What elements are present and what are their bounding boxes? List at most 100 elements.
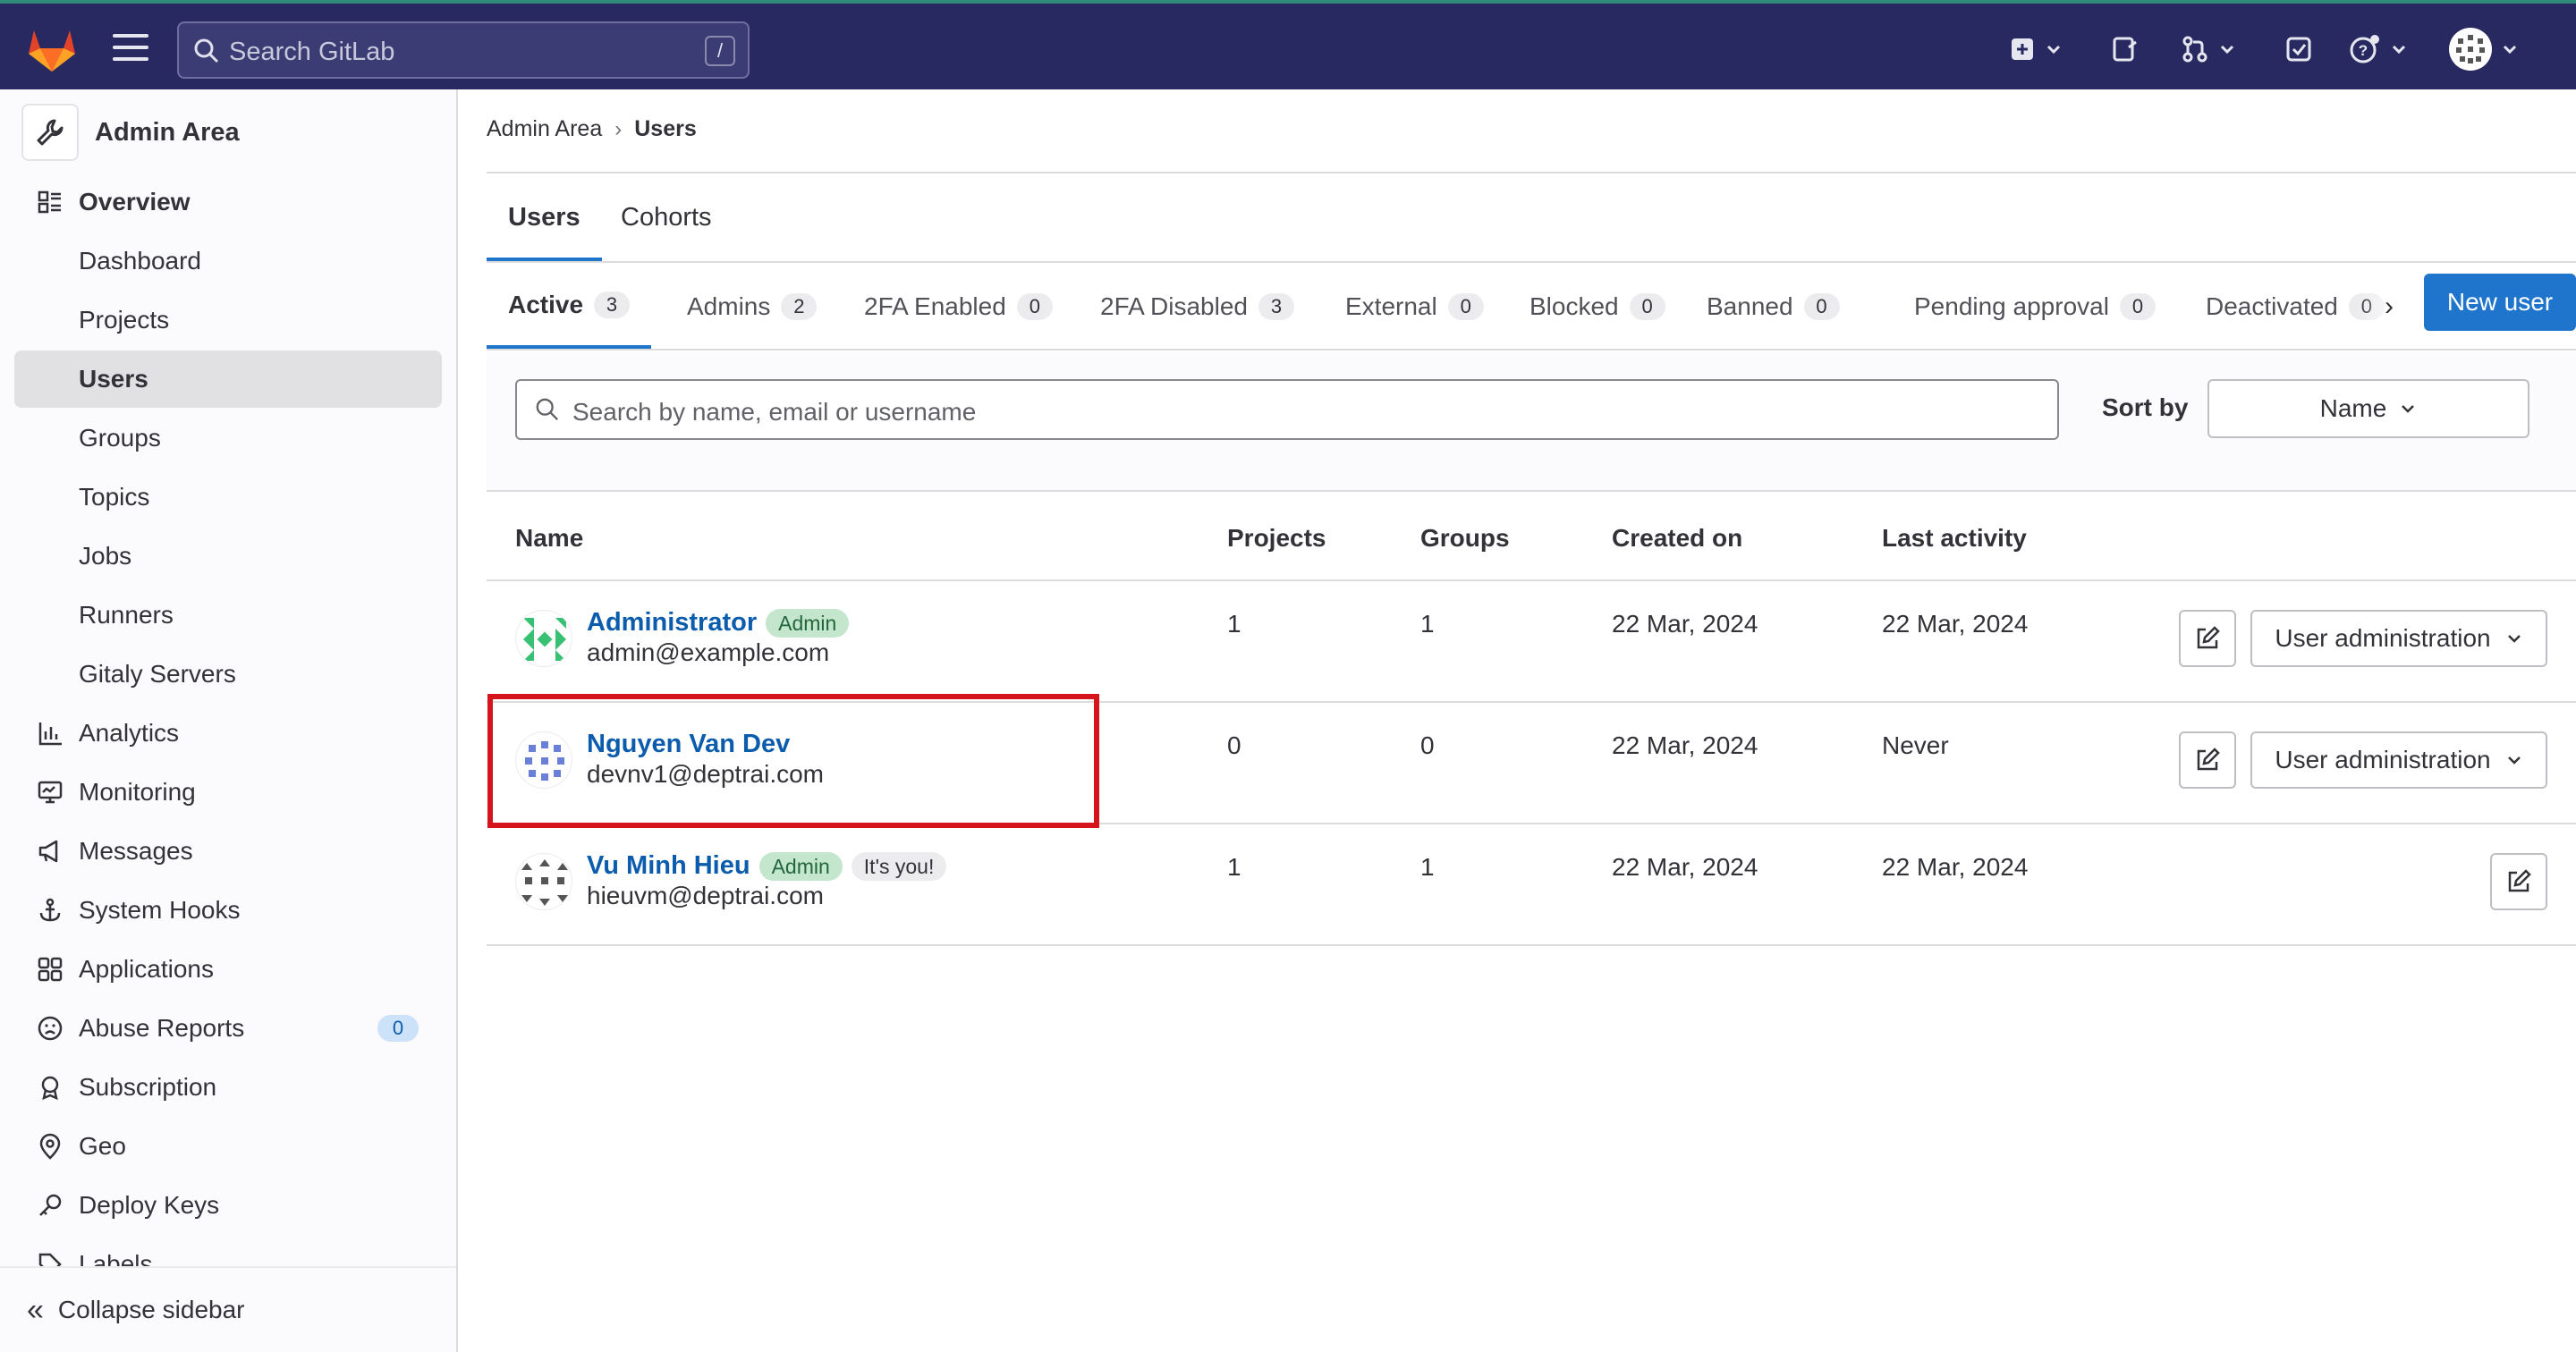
user-avatar[interactable]: [515, 610, 572, 667]
tab-count: 3: [1258, 293, 1294, 320]
column-header: Created on: [1612, 524, 1743, 552]
edit-user-button[interactable]: [2490, 853, 2547, 910]
new-user-button[interactable]: New user: [2424, 274, 2576, 331]
sidebar-item-label: Jobs: [79, 542, 132, 570]
user-search-input[interactable]: Search by name, email or username: [515, 379, 2059, 440]
sidebar-item-label: Subscription: [79, 1073, 217, 1101]
abuse-reports-count: 0: [377, 1015, 419, 1042]
edit-icon: [2197, 626, 2220, 649]
issues-button[interactable]: [2111, 29, 2140, 70]
search-icon: [194, 38, 219, 63]
chevron-down-icon: [2220, 45, 2234, 55]
user-email: admin@example.com: [587, 638, 830, 666]
tab-2fa-disabled[interactable]: 2FA Disabled 3: [1100, 265, 1294, 349]
sidebar-item-gitaly-servers[interactable]: Gitaly Servers: [14, 646, 442, 703]
last-activity: 22 Mar, 2024: [1882, 853, 2029, 881]
user-menu[interactable]: [2449, 28, 2519, 71]
tab-admins[interactable]: Admins 2: [687, 265, 818, 349]
breadcrumb-users: Users: [634, 116, 697, 141]
sidebar-item-subscription[interactable]: Subscription: [14, 1059, 442, 1116]
sidebar-item-topics[interactable]: Topics: [14, 469, 442, 526]
sidebar-item-deploy-keys[interactable]: Deploy Keys: [14, 1177, 442, 1234]
sidebar-item-label: Users: [79, 365, 148, 393]
sidebar-item-applications[interactable]: Applications: [14, 941, 442, 998]
sidebar-item-system-hooks[interactable]: System Hooks: [14, 882, 442, 939]
analytics-icon: [34, 717, 66, 749]
tab-label: 2FA Enabled: [864, 292, 1006, 320]
sidebar-item-dashboard[interactable]: Dashboard: [14, 232, 442, 290]
page-tabs: Users Cohorts: [487, 173, 2576, 263]
search-placeholder: Search by name, email or username: [572, 398, 977, 426]
created-on: 22 Mar, 2024: [1612, 731, 1758, 759]
sidebar-item-monitoring[interactable]: Monitoring: [14, 764, 442, 821]
column-header: Projects: [1227, 524, 1326, 552]
sidebar-item-labels[interactable]: Labels: [14, 1236, 442, 1266]
sidebar-header[interactable]: Admin Area: [21, 100, 240, 165]
new-item-dropdown[interactable]: [2009, 29, 2063, 70]
collapse-sidebar-button[interactable]: « Collapse sidebar: [0, 1266, 456, 1352]
breadcrumb-admin-area[interactable]: Admin Area: [487, 116, 602, 142]
sidebar-item-label: Topics: [79, 483, 150, 511]
column-header: Name: [515, 524, 584, 552]
tab-pending-approval[interactable]: Pending approval 0: [1914, 265, 2156, 349]
sidebar-item-jobs[interactable]: Jobs: [14, 528, 442, 585]
sidebar-item-messages[interactable]: Messages: [14, 823, 442, 880]
tab-banned[interactable]: Banned 0: [1707, 265, 1840, 349]
key-icon: [34, 1189, 66, 1221]
tab-label: Blocked: [1530, 292, 1619, 320]
edit-user-button[interactable]: [2179, 610, 2236, 667]
sidebar-item-users[interactable]: Users: [14, 351, 442, 408]
user-administration-dropdown[interactable]: User administration: [2250, 731, 2547, 789]
global-search[interactable]: Search GitLab /: [177, 21, 750, 79]
tab-label: External: [1345, 292, 1437, 320]
sidebar-item-runners[interactable]: Runners: [14, 587, 442, 644]
user-avatar[interactable]: [515, 853, 572, 910]
tab-active[interactable]: Active 3: [487, 265, 652, 349]
sidebar-item-groups[interactable]: Groups: [14, 410, 442, 467]
last-activity: 22 Mar, 2024: [1882, 610, 2029, 638]
groups-count: 0: [1420, 731, 1435, 759]
help-dropdown[interactable]: ?: [2349, 29, 2408, 70]
hamburger-icon[interactable]: [113, 34, 148, 63]
tab-external[interactable]: External 0: [1345, 265, 1484, 349]
user-name-link[interactable]: Vu Minh Hieu: [587, 851, 750, 881]
scroll-tabs-right-icon[interactable]: ›: [2385, 292, 2394, 322]
sidebar-item-projects[interactable]: Projects: [14, 292, 442, 349]
edit-user-button[interactable]: [2179, 731, 2236, 789]
sidebar-item-analytics[interactable]: Analytics: [14, 705, 442, 762]
tab-users[interactable]: Users: [487, 173, 602, 261]
gitlab-logo[interactable]: [27, 27, 77, 73]
sort-value: Name: [2319, 394, 2387, 422]
sidebar-item-label: Monitoring: [79, 778, 196, 806]
sidebar-item-overview[interactable]: Overview: [14, 173, 442, 231]
groups-count: 1: [1420, 853, 1435, 881]
todos-button[interactable]: [2284, 29, 2313, 70]
user-name-link[interactable]: Administrator: [587, 608, 757, 638]
chevron-down-icon: [2507, 756, 2521, 765]
tab-label: 2FA Disabled: [1100, 292, 1248, 320]
tab-blocked[interactable]: Blocked 0: [1530, 265, 1665, 349]
chevron-down-icon: [2503, 45, 2517, 55]
edit-icon: [2197, 748, 2220, 771]
search-icon: [536, 398, 559, 421]
table-row: Administrator Admin admin@example.com 1 …: [487, 581, 2576, 703]
merge-requests-dropdown[interactable]: [2181, 29, 2236, 70]
tab-cohorts[interactable]: Cohorts: [599, 173, 733, 261]
sidebar-item-label: Applications: [79, 955, 214, 983]
tab-2fa-enabled[interactable]: 2FA Enabled 0: [864, 265, 1053, 349]
sidebar-title: Admin Area: [95, 117, 240, 147]
user-administration-dropdown[interactable]: User administration: [2250, 610, 2547, 667]
sort-dropdown[interactable]: Name: [2207, 379, 2529, 438]
sidebar-item-geo[interactable]: Geo: [14, 1118, 442, 1175]
chevron-down-icon: [2402, 405, 2415, 413]
merge-requests-icon: [2182, 36, 2207, 63]
sidebar-item-abuse-reports[interactable]: Abuse Reports 0: [14, 1000, 442, 1057]
tab-label: Active: [508, 291, 584, 318]
sidebar-item-label: Geo: [79, 1132, 126, 1160]
tab-count: 0: [1016, 293, 1053, 320]
tab-label: Pending approval: [1914, 292, 2109, 320]
overview-icon: [34, 186, 66, 218]
applications-icon: [34, 953, 66, 985]
column-header: Last activity: [1882, 524, 2027, 552]
label-icon: [34, 1248, 66, 1266]
